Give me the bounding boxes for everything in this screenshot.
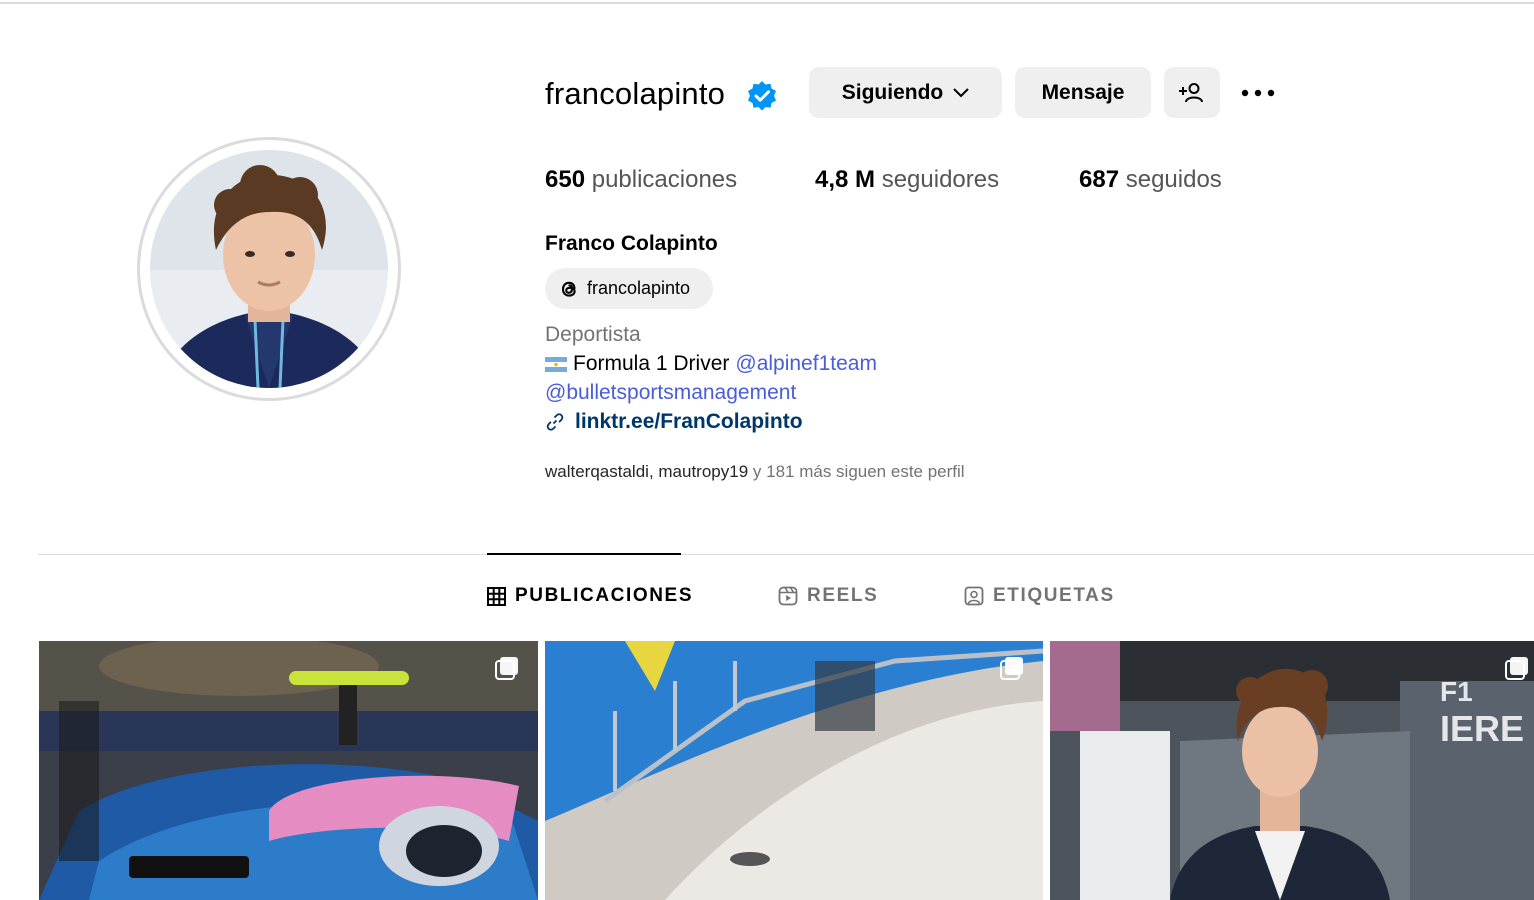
tab-publicaciones[interactable]: PUBLICACIONES bbox=[487, 585, 693, 607]
followed-by-names[interactable]: walterqastaldi, mautropy19 bbox=[545, 462, 748, 481]
post-tile[interactable] bbox=[545, 641, 1043, 900]
tab-label: ETIQUETAS bbox=[993, 585, 1115, 606]
message-button-label: Mensaje bbox=[1041, 80, 1125, 104]
mention-alpinef1team[interactable]: @alpinef1team bbox=[735, 352, 877, 376]
post-tile[interactable] bbox=[39, 641, 538, 900]
top-divider bbox=[0, 2, 1534, 4]
external-link-row[interactable]: linktr.ee/FranColapinto bbox=[545, 410, 803, 434]
tab-reels[interactable]: REELS bbox=[778, 585, 878, 607]
post-tile[interactable]: IERE F1 bbox=[1050, 641, 1534, 900]
active-tab-indicator bbox=[487, 553, 681, 555]
argentina-flag-icon bbox=[545, 356, 567, 372]
threads-link[interactable]: francolapinto bbox=[545, 268, 713, 309]
tab-etiquetas[interactable]: ETIQUETAS bbox=[964, 585, 1115, 607]
bio-line-2: @bulletsportsmanagement bbox=[545, 381, 796, 405]
verified-badge-icon bbox=[748, 81, 776, 111]
following-button-label: Siguiendo bbox=[841, 80, 944, 104]
grid-icon bbox=[487, 586, 506, 606]
username: francolapinto bbox=[545, 76, 726, 111]
followers-count: 4,8 M bbox=[815, 166, 876, 193]
add-user-icon bbox=[1179, 82, 1203, 102]
posts-count: 650 bbox=[545, 166, 586, 193]
svg-text:F1: F1 bbox=[1440, 676, 1473, 707]
reels-icon bbox=[778, 586, 798, 606]
followers-stat[interactable]: 4,8 M seguidores bbox=[815, 166, 999, 194]
following-label: seguidos bbox=[1125, 166, 1222, 193]
tab-label: REELS bbox=[807, 585, 879, 606]
threads-handle: francolapinto bbox=[587, 278, 691, 298]
tab-label: PUBLICACIONES bbox=[515, 585, 694, 606]
bio-line-1: Formula 1 Driver @alpinef1team bbox=[545, 352, 877, 376]
following-count: 687 bbox=[1079, 166, 1120, 193]
carousel-icon bbox=[1505, 657, 1528, 680]
carousel-icon bbox=[1000, 657, 1023, 680]
message-button[interactable]: Mensaje bbox=[1015, 67, 1151, 118]
followed-by-rest: y 181 más siguen este perfil bbox=[748, 462, 965, 481]
posts-count-stat: 650 publicaciones bbox=[545, 166, 737, 194]
mention-bulletsportsmanagement[interactable]: @bulletsportsmanagement bbox=[545, 381, 796, 404]
profile-avatar-ring[interactable] bbox=[137, 137, 401, 401]
carousel-icon bbox=[495, 657, 518, 680]
tabs-divider bbox=[38, 554, 1534, 555]
followers-label: seguidores bbox=[881, 166, 1000, 193]
link-icon bbox=[546, 413, 564, 431]
external-link[interactable]: linktr.ee/FranColapinto bbox=[575, 410, 803, 434]
full-name: Franco Colapinto bbox=[545, 232, 718, 255]
following-button[interactable]: Siguiendo bbox=[809, 67, 1002, 118]
threads-icon bbox=[561, 281, 576, 297]
svg-text:IERE: IERE bbox=[1440, 708, 1524, 749]
profile-category: Deportista bbox=[545, 323, 641, 346]
suggested-users-button[interactable] bbox=[1164, 67, 1220, 118]
posts-label: publicaciones bbox=[591, 166, 738, 193]
avatar[interactable] bbox=[150, 150, 388, 388]
more-options-icon[interactable] bbox=[1238, 78, 1278, 108]
tagged-icon bbox=[964, 586, 984, 606]
following-stat[interactable]: 687 seguidos bbox=[1079, 166, 1222, 194]
bio-text: Formula 1 Driver bbox=[573, 352, 730, 375]
chevron-down-icon bbox=[953, 87, 969, 97]
followed-by-text[interactable]: walterqastaldi, mautropy19 y 181 más sig… bbox=[545, 462, 965, 482]
